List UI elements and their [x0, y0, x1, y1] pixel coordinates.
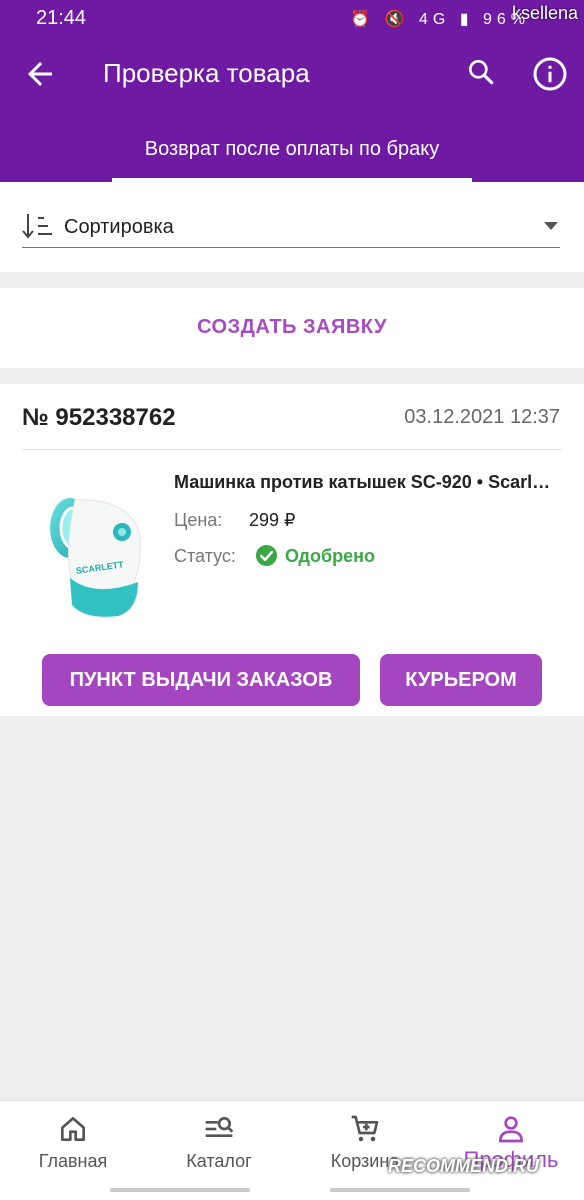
- back-arrow-icon[interactable]: [22, 56, 58, 92]
- product-name: Машинка против катышек SC-920 • Scarlett: [174, 472, 554, 492]
- price-label: Цена:: [174, 510, 223, 530]
- watermark-brand: RECOMMEND.RU: [388, 1156, 539, 1176]
- check-circle-icon: [255, 544, 278, 567]
- chevron-down-icon: [544, 222, 558, 230]
- page-title: Проверка товара: [103, 58, 310, 88]
- pickup-point-button[interactable]: ПУНКТ ВЫДАЧИ ЗАКАЗОВ: [42, 654, 360, 706]
- divider: [22, 449, 562, 450]
- sort-label: Сортировка: [64, 216, 174, 238]
- order-number: № 952338762: [22, 404, 176, 431]
- order-date: 03.12.2021 12:37: [404, 406, 560, 428]
- gesture-bar: [330, 1188, 470, 1192]
- product-image: SCARLETT: [50, 498, 141, 617]
- cart-icon: [351, 1115, 379, 1142]
- watermark-username: ksellena: [511, 3, 578, 23]
- create-request-panel: СОЗДАТЬ ЗАЯВКУ: [0, 288, 584, 368]
- nav-item-catalog[interactable]: Каталог: [146, 1101, 292, 1191]
- order-card: № 952338762 03.12.2021 12:37 SCARLETT Ма…: [0, 384, 584, 716]
- nav-item-cart[interactable]: Корзина: [292, 1101, 438, 1191]
- sort-icon: [22, 214, 52, 239]
- sort-dropdown[interactable]: Сортировка: [22, 208, 560, 248]
- profile-icon: [498, 1116, 524, 1143]
- nav-item-profile[interactable]: Профиль: [438, 1101, 584, 1191]
- status-icons: ⏰ 🔇 4G ▮ 96%: [350, 11, 530, 28]
- info-icon[interactable]: [532, 56, 568, 92]
- catalog-search-icon: [205, 1117, 234, 1137]
- status-value: Одобрено: [285, 546, 375, 566]
- tab-return-defect[interactable]: Возврат после оплаты по браку: [112, 126, 472, 182]
- nav-label: Главная: [38, 1151, 108, 1171]
- nav-item-home[interactable]: Главная: [0, 1101, 146, 1191]
- status-bar: 21:44 ⏰ 🔇 4G ▮ 96%: [0, 0, 584, 34]
- status-label: Статус:: [174, 546, 236, 566]
- gesture-bar: [110, 1188, 250, 1192]
- home-icon: [61, 1117, 85, 1141]
- courier-button[interactable]: КУРЬЕРОМ: [380, 654, 542, 706]
- status-time: 21:44: [36, 7, 87, 29]
- bottom-navigation: Главная Каталог Корзина Профиль: [0, 1100, 584, 1200]
- tab-label: Возврат после оплаты по браку: [144, 138, 440, 160]
- sort-panel: Сортировка: [0, 182, 584, 272]
- app-header: Проверка товара Возврат после оплаты по …: [0, 34, 584, 182]
- search-icon[interactable]: [465, 56, 497, 88]
- create-request-button[interactable]: СОЗДАТЬ ЗАЯВКУ: [197, 316, 387, 339]
- nav-label: Каталог: [186, 1151, 252, 1171]
- price-value: 299 ₽: [249, 510, 296, 530]
